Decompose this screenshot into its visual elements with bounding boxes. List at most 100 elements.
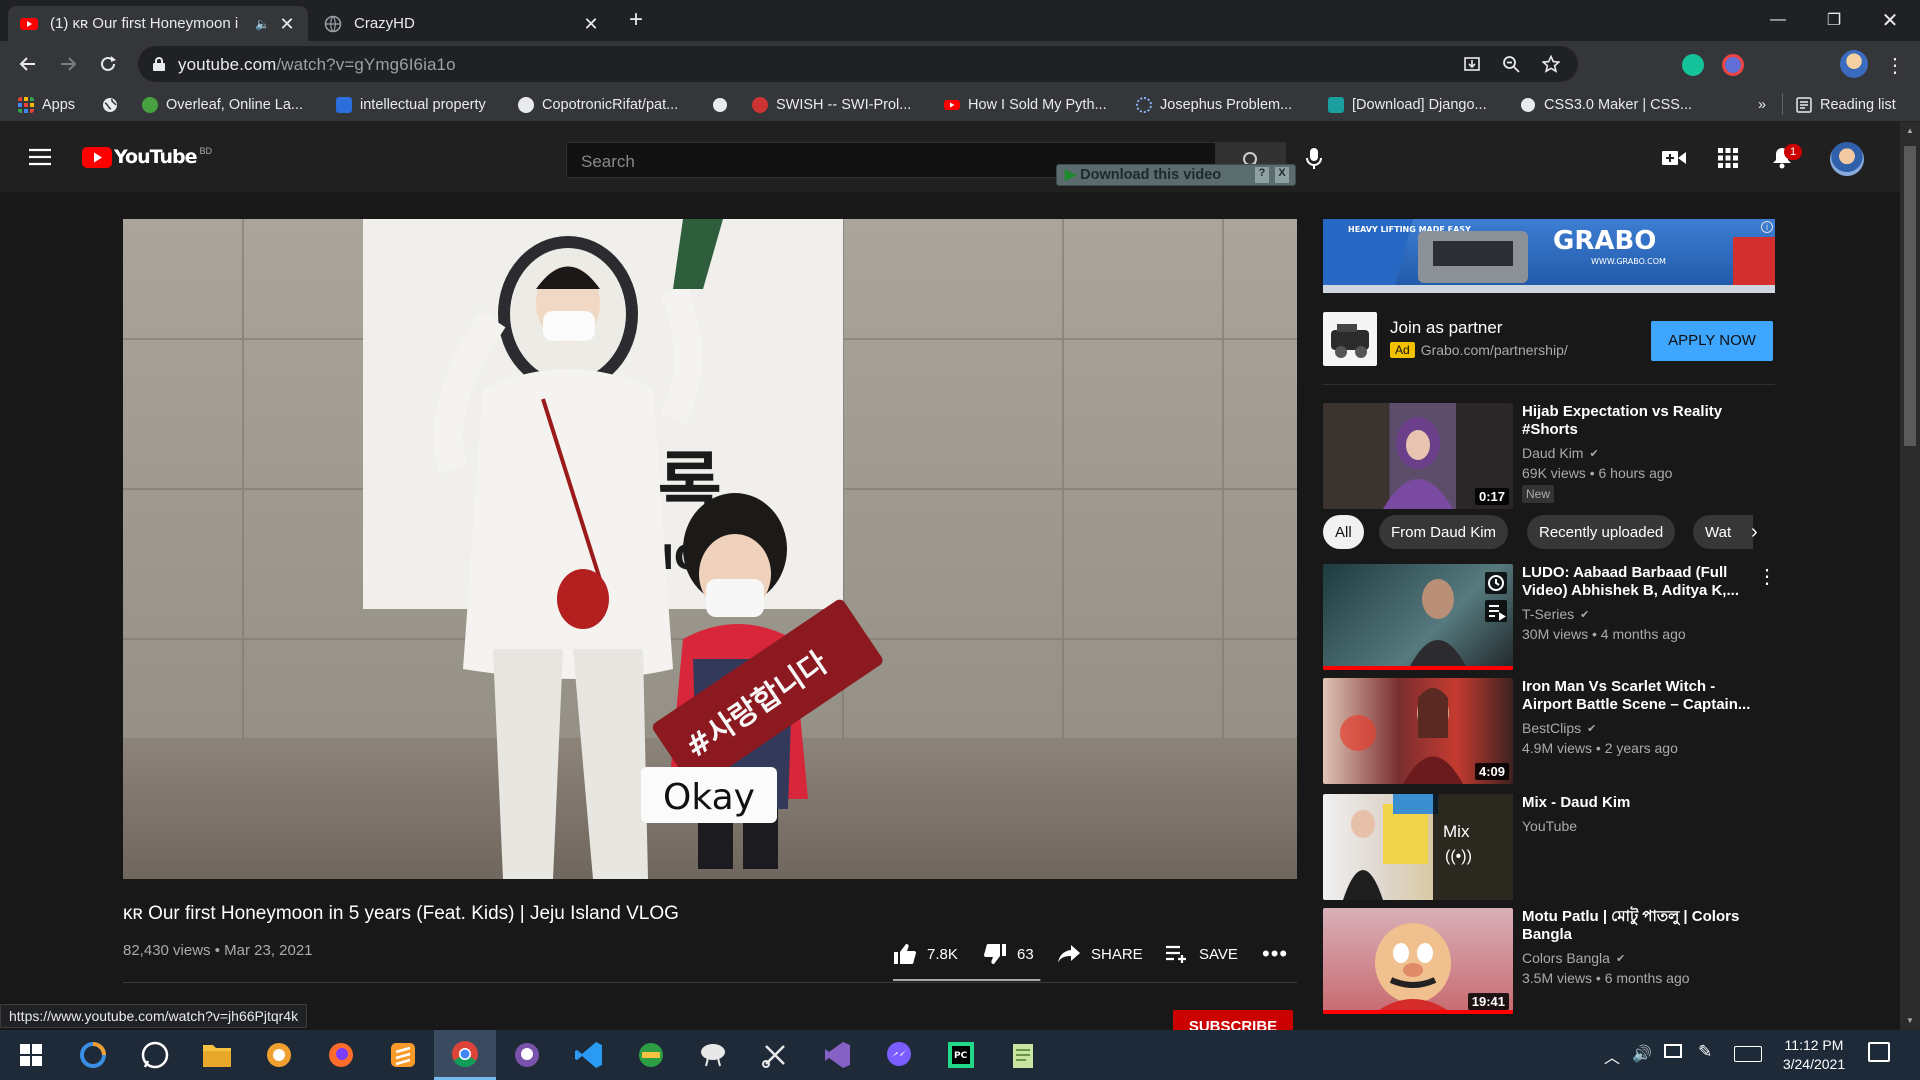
tab-close-icon[interactable]: ✕ [582, 15, 600, 33]
more-options-icon[interactable]: ⋮ [1757, 564, 1777, 589]
video-title[interactable]: LUDO: Aabaad Barbaad (Full Video) Abhish… [1522, 564, 1752, 600]
new-tab-button[interactable]: + [624, 8, 648, 32]
lock-icon[interactable] [152, 56, 166, 72]
tab-crazyhd[interactable]: CrazyHD ✕ [312, 6, 612, 41]
taskbar-app-explorer[interactable] [186, 1030, 248, 1080]
microphone-icon[interactable] [1306, 148, 1322, 170]
back-button[interactable] [13, 50, 43, 78]
subscribe-button[interactable]: SUBSCRIBE [1173, 1010, 1293, 1030]
bookmark-django[interactable]: [Download] Django... [1328, 94, 1487, 116]
download-close-button[interactable]: X [1275, 167, 1289, 183]
taskbar-app-vscode[interactable] [558, 1030, 620, 1080]
recommendation-item[interactable]: Mix ((•)) Mix - Daud Kim YouTube [1323, 794, 1775, 900]
grammarly-extension-icon[interactable] [1682, 54, 1704, 76]
install-app-icon[interactable] [1463, 55, 1481, 73]
channel-name[interactable]: Colors Bangla ✔ [1522, 950, 1625, 966]
taskbar-app-github[interactable] [496, 1030, 558, 1080]
taskbar-app-sync[interactable] [62, 1030, 124, 1080]
show-hidden-icons-icon[interactable]: ︿ [1604, 1044, 1620, 1068]
start-button[interactable] [0, 1030, 62, 1080]
bookmark-overleaf[interactable]: Overleaf, Online La... [142, 94, 303, 116]
recommendation-item[interactable]: 4:09 Iron Man Vs Scarlet Witch - Airport… [1323, 678, 1775, 784]
zoom-icon[interactable] [1502, 55, 1520, 73]
video-title[interactable]: Motu Patlu | মোটু পাতলু | Colors Bangla [1522, 908, 1752, 944]
reading-list[interactable]: Reading list [1796, 94, 1896, 116]
muted-audio-icon[interactable]: 🔈 [255, 17, 270, 31]
taskbar-app-whatsapp[interactable] [124, 1030, 186, 1080]
channel-name[interactable]: T-Series ✔ [1522, 606, 1589, 622]
taskbar-app-firefox[interactable] [310, 1030, 372, 1080]
channel-name[interactable]: Daud Kim ✔ [1522, 445, 1599, 461]
video-thumbnail[interactable] [1323, 564, 1513, 670]
taskbar-app-snipping[interactable] [744, 1030, 806, 1080]
taskbar-app-sublime[interactable] [372, 1030, 434, 1080]
bookmark-css-maker[interactable]: CSS3.0 Maker | CSS... [1520, 94, 1692, 116]
chip-watched[interactable]: Wat [1693, 515, 1753, 549]
taskbar-app-chrome[interactable] [434, 1030, 496, 1080]
taskbar-app-weather[interactable] [682, 1030, 744, 1080]
chip-recently-uploaded[interactable]: Recently uploaded [1527, 515, 1676, 549]
bookmark-intellectual-property[interactable]: intellectual property [336, 94, 486, 116]
like-button[interactable]: 7.8K [893, 941, 958, 967]
add-to-queue-icon[interactable] [1485, 600, 1507, 622]
watch-later-icon[interactable] [1485, 572, 1507, 594]
chrome-menu-icon[interactable]: ⋮ [1885, 53, 1905, 78]
url-text[interactable]: youtube.com/watch?v=gYmg6I6ia1o [178, 55, 456, 75]
minimize-button[interactable]: — [1750, 0, 1806, 40]
ad-banner[interactable]: HEAVY LIFTING MADE EASY GRABO WWW.GRABO.… [1323, 219, 1775, 293]
notifications-center-icon[interactable] [1868, 1042, 1890, 1062]
forward-button[interactable] [53, 50, 83, 78]
address-bar[interactable]: youtube.com/watch?v=gYmg6I6ia1o [138, 46, 1578, 82]
video-thumbnail[interactable]: 4:09 [1323, 678, 1513, 784]
tab-youtube[interactable]: (1) ᴋʀ Our first Honeymoon i 🔈 ✕ [8, 6, 308, 41]
ad-info-icon[interactable]: i [1761, 221, 1773, 233]
chevron-right-icon[interactable]: › [1751, 521, 1758, 544]
video-thumbnail[interactable]: 0:17 [1323, 403, 1513, 509]
taskbar-app-maps[interactable] [620, 1030, 682, 1080]
ad-logo[interactable] [1323, 312, 1377, 366]
save-button[interactable]: SAVE [1165, 941, 1238, 967]
bookmark-swish[interactable]: SWISH -- SWI-Prol... [752, 94, 911, 116]
page-scrollbar[interactable]: ▲ ▼ [1900, 122, 1920, 1030]
video-title[interactable]: Iron Man Vs Scarlet Witch - Airport Batt… [1522, 678, 1752, 714]
bookmark-apps[interactable]: Apps [18, 94, 75, 116]
channel-name[interactable]: YouTube [1522, 818, 1577, 834]
channel-name[interactable]: BestClips ✔ [1522, 720, 1596, 736]
pen-icon[interactable]: ✎ [1698, 1042, 1712, 1062]
video-thumbnail[interactable]: 19:41 [1323, 908, 1513, 1014]
share-button[interactable]: SHARE [1057, 941, 1143, 967]
scroll-down-icon[interactable]: ▼ [1906, 1016, 1914, 1025]
video-title[interactable]: Hijab Expectation vs Reality #Shorts [1522, 403, 1752, 439]
taskbar-app-pycharm[interactable]: PC [930, 1030, 992, 1080]
bookmark-globe-2[interactable] [712, 94, 736, 116]
scrollbar-thumb[interactable] [1904, 146, 1916, 446]
youtube-logo[interactable]: YouTube BD [82, 146, 212, 168]
chip-from-daud-kim[interactable]: From Daud Kim [1379, 515, 1509, 549]
reload-button[interactable] [93, 50, 123, 78]
recommendation-item[interactable]: LUDO: Aabaad Barbaad (Full Video) Abhish… [1323, 564, 1777, 670]
taskbar-app-brave[interactable] [248, 1030, 310, 1080]
restore-button[interactable]: ❐ [1806, 0, 1862, 40]
bookmark-github[interactable]: CopotronicRifat/pat... [518, 94, 678, 116]
profile-avatar[interactable] [1840, 50, 1868, 78]
tab-close-icon[interactable]: ✕ [278, 15, 296, 33]
chip-all[interactable]: All [1323, 515, 1364, 549]
network-icon[interactable] [1664, 1044, 1682, 1058]
download-video-bar[interactable]: ▶ Download this video ? X [1056, 164, 1296, 186]
keyboard-icon[interactable] [1734, 1046, 1762, 1062]
hamburger-menu-icon[interactable] [28, 147, 52, 167]
taskbar-app-notepad[interactable] [992, 1030, 1054, 1080]
bookmarks-overflow[interactable]: » [1758, 94, 1766, 116]
apps-grid-icon[interactable] [1718, 148, 1738, 168]
bookmark-josephus[interactable]: Josephus Problem... [1136, 94, 1292, 116]
video-title[interactable]: Mix - Daud Kim [1522, 794, 1752, 812]
more-actions-icon[interactable]: ••• [1262, 941, 1288, 967]
window-close-button[interactable]: ✕ [1862, 0, 1918, 40]
bookmark-star-icon[interactable] [1542, 55, 1560, 73]
bookmark-globe[interactable] [102, 94, 126, 116]
video-thumbnail[interactable]: Mix ((•)) [1323, 794, 1513, 900]
scroll-up-icon[interactable]: ▲ [1906, 126, 1914, 135]
recommendation-item[interactable]: 0:17 Hijab Expectation vs Reality #Short… [1323, 403, 1775, 509]
create-video-icon[interactable] [1662, 150, 1686, 166]
clock[interactable]: 11:12 PM 3/24/2021 [1778, 1036, 1850, 1074]
